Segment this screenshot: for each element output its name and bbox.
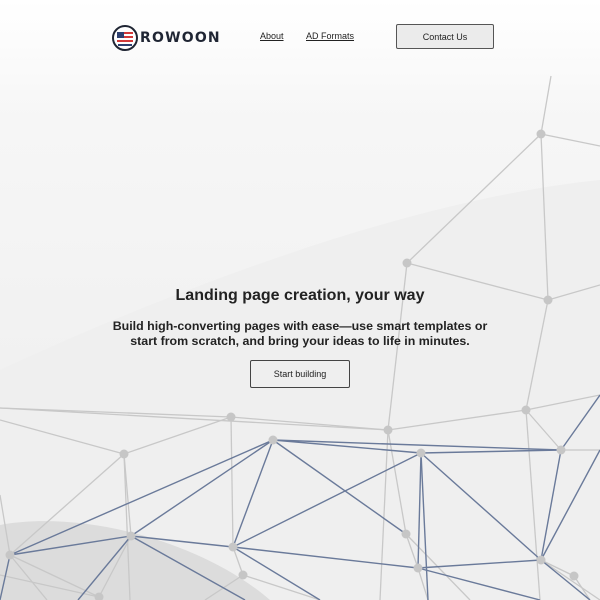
network-node bbox=[126, 531, 136, 541]
landing-page: ROWOON About AD Formats Contact Us Landi… bbox=[0, 0, 600, 600]
network-node bbox=[401, 529, 411, 539]
network-node bbox=[268, 435, 278, 445]
logo-flag-icon bbox=[112, 25, 138, 51]
brand-logo[interactable]: ROWOON bbox=[112, 24, 221, 52]
hero-subtitle: Build high-converting pages with ease—us… bbox=[112, 319, 488, 348]
hero-title: Landing page creation, your way bbox=[175, 287, 425, 304]
brand-name: ROWOON bbox=[140, 30, 221, 46]
network-edge bbox=[540, 133, 600, 147]
network-node bbox=[383, 425, 393, 435]
nav-link-about[interactable]: About bbox=[260, 31, 284, 41]
hero-section: Landing page creation, your way Build hi… bbox=[0, 285, 600, 388]
network-node bbox=[402, 258, 412, 268]
nav-link-ad-formats[interactable]: AD Formats bbox=[306, 31, 354, 41]
network-node bbox=[416, 448, 426, 458]
network-node bbox=[536, 129, 546, 139]
network-node bbox=[5, 550, 15, 560]
network-node bbox=[238, 570, 248, 580]
network-node bbox=[556, 445, 566, 455]
network-node bbox=[226, 412, 236, 422]
contact-us-button[interactable]: Contact Us bbox=[396, 24, 494, 49]
network-edge bbox=[540, 75, 552, 135]
network-node bbox=[228, 542, 238, 552]
network-node bbox=[536, 555, 546, 565]
network-node bbox=[119, 449, 129, 459]
network-node bbox=[413, 563, 423, 573]
network-node bbox=[569, 571, 579, 581]
site-header: ROWOON About AD Formats Contact Us bbox=[0, 0, 600, 75]
network-node bbox=[521, 405, 531, 415]
start-building-button[interactable]: Start building bbox=[250, 360, 350, 388]
